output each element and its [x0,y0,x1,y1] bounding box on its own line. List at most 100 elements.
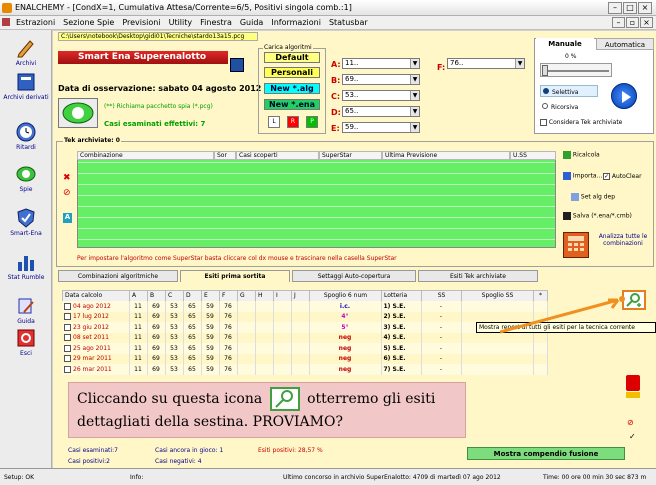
combo-e[interactable]: 59.. ▼ [342,122,420,133]
row-checkbox[interactable] [64,365,71,373]
play-button[interactable] [611,83,637,109]
set-alg-dep-button[interactable]: Set alg dep [571,193,615,201]
col-uss[interactable]: U.SS [510,151,556,160]
th-h[interactable]: H [255,290,274,302]
combo-b[interactable]: 69.. ▼ [342,74,420,85]
combo-c[interactable]: 53.. ▼ [342,90,420,101]
table-row[interactable]: 25 ago 2011 11 69 53 65 59 76 neg 5) S.E. - [62,343,548,354]
radio-ricorsiva[interactable]: Ricorsiva [540,101,580,113]
mdi-minimize-button[interactable]: – [612,17,625,28]
row-checkbox[interactable] [64,334,71,342]
tab-automatica[interactable]: Automatica [596,38,654,50]
menu-informazioni[interactable]: Informazioni [267,16,325,29]
col-sor[interactable]: Sor [214,151,236,160]
col-superstar[interactable]: SuperStar [319,151,382,160]
analizza-label[interactable]: Analizza tutte le combinazioni [595,233,651,247]
th-g[interactable]: G [237,290,256,302]
th-d[interactable]: D [183,290,202,302]
row-checkbox[interactable] [64,344,71,352]
menu-guida[interactable]: Guida [236,16,267,29]
maximize-button[interactable]: □ [623,2,637,14]
menu-utility[interactable]: Utility [165,16,197,29]
importa-button[interactable]: Importa... [563,172,602,180]
menu-finestra[interactable]: Finestra [196,16,236,29]
new-ena-button[interactable]: New *.ena [264,99,320,110]
close-button[interactable]: × [638,2,652,14]
menu-estrazioni[interactable]: Estrazioni [12,16,59,29]
combo-f[interactable]: 76.. ▼ [447,58,525,69]
menu-statusbar[interactable]: Statusbar [325,16,372,29]
set-alg-label: Set alg dep [580,193,616,201]
sidebar-item-stat-rumble[interactable]: Stat Rumble [0,252,52,281]
menu-sezione-spie[interactable]: Sezione Spie [59,16,118,29]
row-checkbox[interactable] [64,355,71,363]
spy-button[interactable] [58,98,98,128]
tab-combinazioni-algoritmiche[interactable]: Combinazioni algoritmiche [58,270,178,282]
sidebar-item-esci[interactable]: Esci [0,328,52,357]
no-entry-icon[interactable]: ⊘ [627,418,634,427]
tab-manuale[interactable]: Manuale [536,38,594,50]
table-row[interactable]: 23 giu 2012 11 69 53 65 59 76 5° 3) S.E. - [62,322,548,333]
calculator-button[interactable] [563,232,589,258]
p-button[interactable]: P [306,116,318,128]
row-checkbox[interactable] [64,313,71,321]
minimize-button[interactable]: – [608,2,622,14]
a-icon[interactable]: A [63,213,72,223]
sidebar-item-archivi[interactable]: Archivi [0,38,52,67]
radio-selettiva[interactable]: Selettiva [540,85,598,97]
tab-esiti-tek-archiviate[interactable]: Esiti Tek archiviate [418,270,538,282]
tab-esiti-prima-sortita[interactable]: Esiti prima sortita [180,270,290,282]
combo-d[interactable]: 65.. ▼ [342,106,420,117]
mdi-restore-button[interactable]: ▫ [626,17,639,28]
checkbox[interactable] [540,119,547,126]
th-spoglio-6[interactable]: Spoglio 6 num [309,290,382,302]
th-e[interactable]: E [201,290,220,302]
compendio-button[interactable]: Mostra compendio fusione [467,447,625,460]
sidebar-item-archivi-derivati[interactable]: Archivi derivati [0,72,52,101]
table-row[interactable]: 04 ago 2012 11 69 53 65 59 76 i.c. 1) S.E. - [62,301,548,312]
salva-button[interactable]: Salva (*.ena/*.cmb) [563,212,632,220]
bucket-icon[interactable] [626,375,640,391]
th-lotteria[interactable]: Lotteria [381,290,422,302]
col-casi-scoperti[interactable]: Casi scoperti [236,151,319,160]
th-b[interactable]: B [147,290,166,302]
autoclear-checkbox[interactable]: ✓ AutoClear [603,173,642,180]
col-ultima-previsione[interactable]: Ultima Previsione [382,151,510,160]
ricalcola-button[interactable]: Ricalcola [563,151,600,159]
consider-tek-checkbox[interactable]: Considera Tek archiviate [540,119,622,126]
combo-a[interactable]: 11.. ▼ [342,58,420,69]
table-row[interactable]: 17 lug 2012 11 69 53 65 59 76 4° 2) S.E. - [62,311,548,322]
th-i[interactable]: I [273,290,292,302]
row-checkbox[interactable] [64,302,71,310]
sidebar-item-spie[interactable]: Spie [0,164,52,193]
r-button[interactable]: R [287,116,299,128]
percent-slider[interactable] [540,63,612,77]
check-icon[interactable]: ✓ [629,432,636,441]
tab-settaggi-auto-copertura[interactable]: Settaggi Auto-copertura [292,270,416,282]
th-ss[interactable]: SS [421,290,462,302]
mdi-close-button[interactable]: × [640,17,653,28]
row-checkbox[interactable] [64,323,71,331]
slider-thumb[interactable] [542,65,548,76]
th-a[interactable]: A [129,290,148,302]
th-data-calcolo[interactable]: Data calcolo [62,290,130,302]
menu-previsioni[interactable]: Previsioni [118,16,164,29]
table-row[interactable]: 08 set 2011 11 69 53 65 59 76 neg 4) S.E. - [62,332,548,343]
save-icon[interactable] [230,58,244,72]
personali-button[interactable]: Personali [264,67,320,78]
tek-grid[interactable] [77,151,556,248]
no-entry-icon[interactable]: ⊘ [63,188,71,198]
sidebar-item-guida[interactable]: Guida [0,296,52,325]
default-button[interactable]: Default [264,52,320,63]
sidebar-item-ritardi[interactable]: Ritardi [0,122,52,151]
th-f[interactable]: F [219,290,238,302]
col-combinazione[interactable]: Combinazione [77,151,214,160]
l-button[interactable]: L [268,116,280,128]
th-c[interactable]: C [165,290,184,302]
sidebar-item-smart-ena[interactable]: Smart-Ena [0,208,52,237]
table-row[interactable]: 26 mar 2011 11 69 53 65 59 76 neg 7) S.E. - [62,364,548,375]
table-row[interactable]: 29 mar 2011 11 69 53 65 59 76 neg 6) S.E. - [62,353,548,364]
th-j[interactable]: J [291,290,310,302]
delete-x-icon[interactable]: ✖ [63,173,71,183]
new-alg-button[interactable]: New *.alg [264,83,320,94]
